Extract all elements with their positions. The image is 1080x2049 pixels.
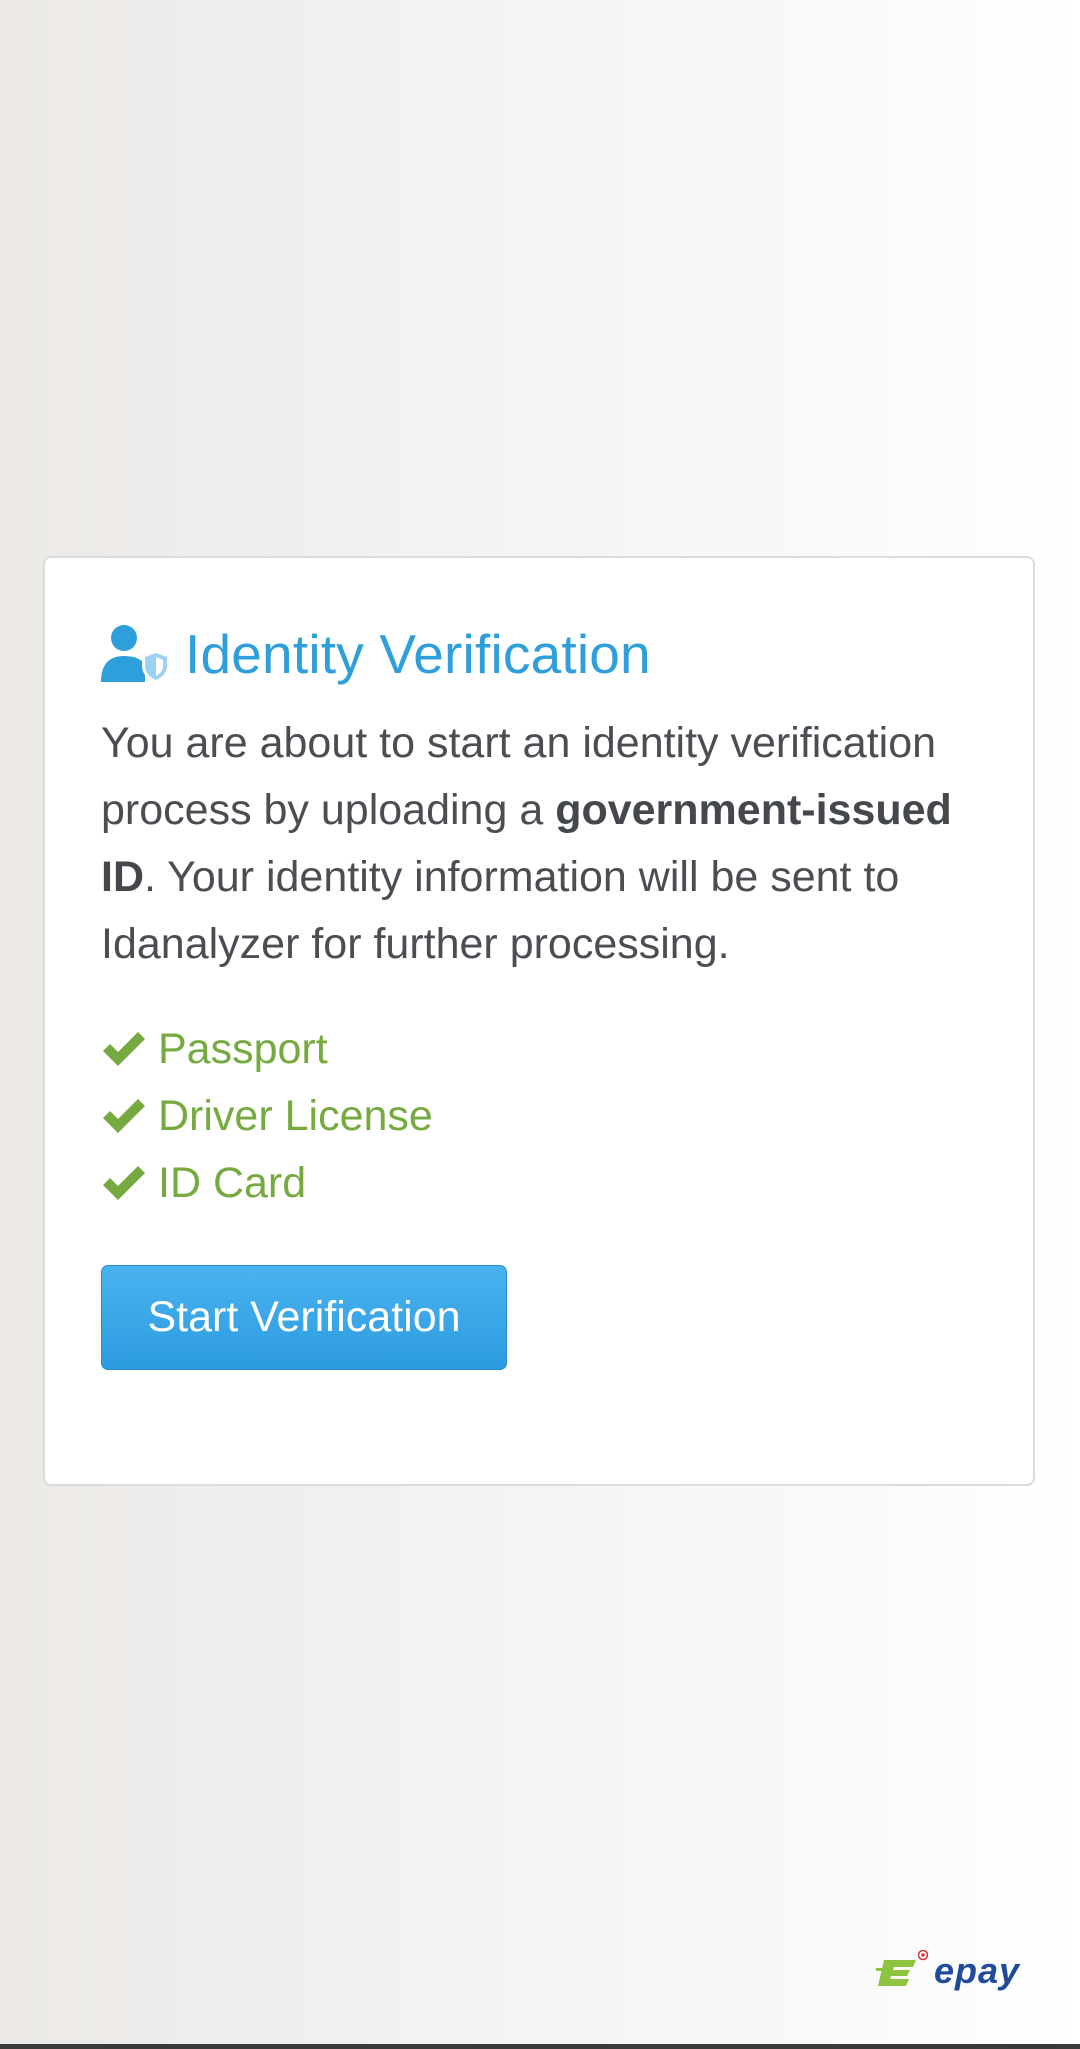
page-title: Identity Verification xyxy=(185,623,651,685)
description-text: You are about to start an identity verif… xyxy=(101,710,981,978)
start-verification-button[interactable]: Start Verification xyxy=(101,1265,507,1370)
document-label-id-card: ID Card xyxy=(158,1159,307,1207)
list-item: ID Card xyxy=(101,1150,977,1217)
bottom-edge-bar xyxy=(0,2044,1080,2049)
list-item: Passport xyxy=(101,1016,977,1083)
brand-logo: epay xyxy=(876,1950,1020,1992)
brand-name: epay xyxy=(934,1950,1021,1991)
identity-verification-card: Identity Verification You are about to s… xyxy=(43,556,1035,1486)
card-header: Identity Verification xyxy=(101,614,977,694)
document-label-passport: Passport xyxy=(158,1025,328,1073)
accepted-documents-list: Passport Driver License ID Card xyxy=(101,1016,977,1217)
user-shield-icon xyxy=(101,624,171,684)
check-icon xyxy=(101,1164,147,1204)
document-label-driver-license: Driver License xyxy=(158,1092,433,1140)
list-item: Driver License xyxy=(101,1083,977,1150)
description-part-2: . Your identity information will be sent… xyxy=(101,853,900,968)
check-icon xyxy=(101,1030,147,1070)
epay-logo-icon xyxy=(876,1950,928,1992)
check-icon xyxy=(101,1097,147,1137)
